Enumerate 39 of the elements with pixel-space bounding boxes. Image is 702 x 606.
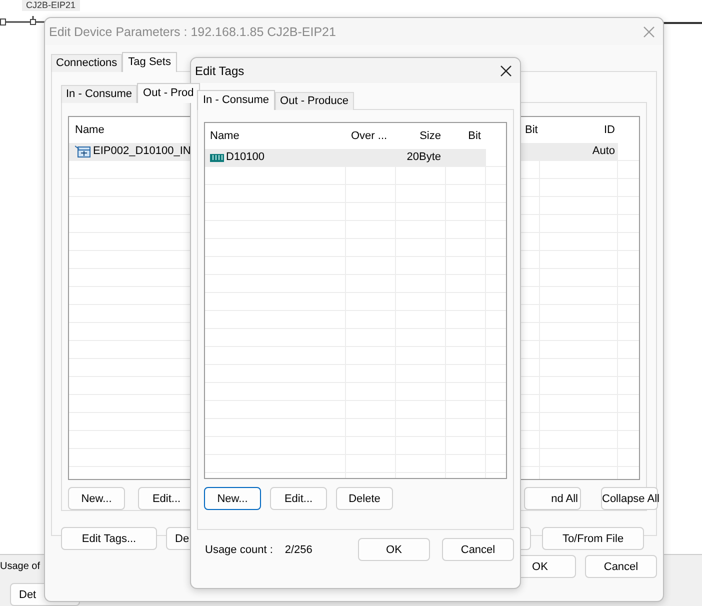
- button[interactable]: nd All: [524, 487, 581, 510]
- table-cell-text: 20Byte: [406, 150, 441, 165]
- column-header[interactable]: Name: [210, 123, 240, 149]
- column-header[interactable]: Size: [420, 123, 441, 149]
- tab[interactable]: Connections: [51, 54, 122, 72]
- button[interactable]: New...: [204, 487, 261, 510]
- tab[interactable]: Out - Produce: [275, 92, 354, 110]
- memory-chip-icon: [210, 152, 224, 162]
- column-header[interactable]: Over ...: [351, 123, 388, 149]
- column-header[interactable]: Name: [75, 117, 104, 143]
- button[interactable]: Collapse All: [601, 487, 658, 510]
- button[interactable]: Cancel: [585, 555, 657, 578]
- tag-set-icon: [75, 145, 91, 158]
- button[interactable]: Delete: [336, 487, 393, 510]
- button[interactable]: To/From File: [542, 527, 644, 550]
- button[interactable]: Cancel: [442, 538, 514, 561]
- table-cell-text: Auto: [592, 144, 615, 159]
- column-header[interactable]: ID: [604, 117, 615, 143]
- connector-line: [662, 21, 702, 25]
- column-header[interactable]: Bit: [468, 123, 481, 149]
- table-cell-text: D10100: [226, 150, 265, 165]
- usage-count-label: Usage count :: [205, 544, 273, 556]
- button[interactable]: New...: [68, 487, 125, 510]
- usage-count-value: 2/256: [284, 544, 312, 556]
- column-header[interactable]: Bit: [525, 117, 538, 143]
- window-title: Edit Tags: [195, 64, 244, 78]
- table-cell-text: EIP002_D10100_IN: [93, 144, 191, 159]
- table-row[interactable]: D10100 20Byte: [205, 149, 486, 166]
- button[interactable]: Edit Tags...: [61, 527, 157, 550]
- window-title: Edit Device Parameters : 192.168.1.85 CJ2B-EIP21: [49, 24, 336, 38]
- tab[interactable]: Tag Sets: [122, 52, 177, 72]
- usage-label: Usage of: [0, 561, 40, 572]
- tab[interactable]: In - Consume: [61, 85, 138, 103]
- tab[interactable]: In - Consume: [197, 90, 276, 110]
- tab[interactable]: Out - Prod: [137, 83, 200, 103]
- button[interactable]: OK: [358, 538, 430, 561]
- button[interactable]: Edit...: [270, 487, 327, 510]
- device-label: CJ2B-EIP21: [22, 0, 80, 11]
- close-icon[interactable]: [500, 64, 512, 76]
